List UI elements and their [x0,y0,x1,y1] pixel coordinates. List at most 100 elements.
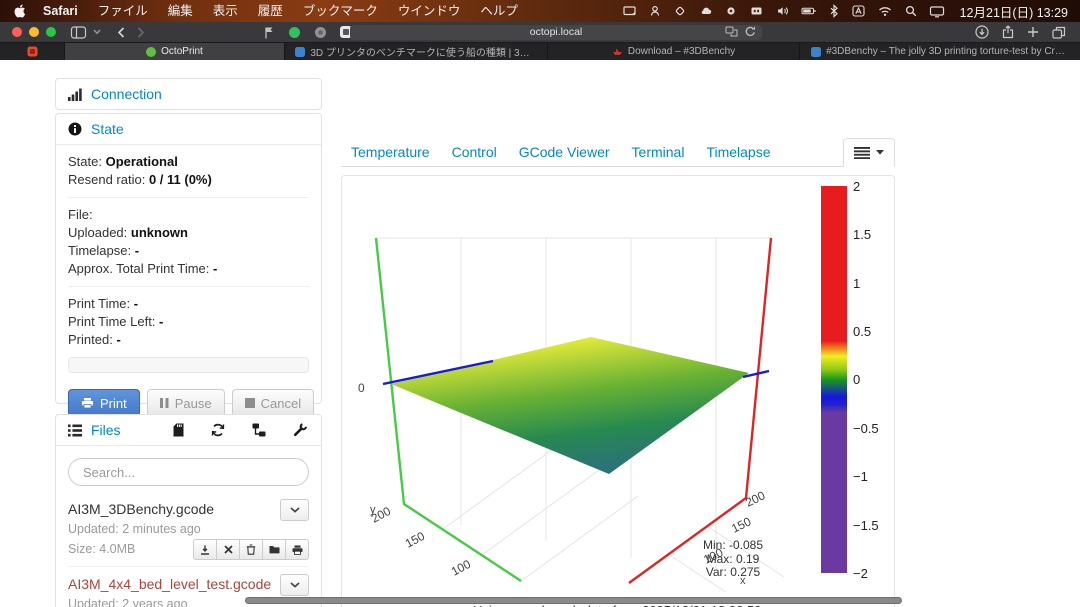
minimize-window-button[interactable] [29,27,39,37]
file-name[interactable]: AI3M_4x4_bed_level_test.gcode [68,574,271,594]
display-icon[interactable] [929,4,945,18]
menu-edit[interactable]: 編集 [158,0,203,22]
menu-file[interactable]: ファイル [88,0,158,22]
list-icon [68,424,82,437]
folder-tree-icon[interactable] [252,423,266,437]
bluetooth-icon[interactable] [828,4,840,18]
colorbar-tick: −0.5 [853,421,879,435]
search-icon[interactable] [904,4,918,18]
shortcuts-icon[interactable] [673,4,687,18]
forward-button[interactable] [137,27,145,38]
tab-benchy-site[interactable]: #3DBenchy – The jolly 3D printing tortur… [800,43,1080,60]
pause-button[interactable]: Pause [147,389,225,417]
tab-temperature[interactable]: Temperature [351,144,430,160]
mesh-stats: Min: -0.085 Max: 0.19 Var: 0.275 [673,539,793,580]
colorbar-tick: −2 [853,566,868,580]
svg-text:150: 150 [403,529,428,551]
cloud-icon[interactable] [698,4,713,18]
download-icon [200,545,210,555]
print-button[interactable]: Print [68,389,140,417]
tab-strip: OctoPrint 3D プリンタのベンチマークに使う船の種類 | 3Dエンジン… [0,42,1080,60]
pill-icon[interactable] [724,4,738,18]
tab-download-benchy[interactable]: Download – #3DBenchy [548,43,800,60]
tab-overview-icon[interactable] [1052,26,1066,39]
tab-gcode-viewer[interactable]: GCode Viewer [519,144,610,160]
menubar-clock[interactable]: 12月21日(日) 13:29 [960,2,1068,21]
window-controls [12,27,56,37]
zoom-window-button[interactable] [46,27,56,37]
extension-green-icon[interactable] [288,26,301,39]
chevron-down-icon [290,507,300,513]
reload-icon[interactable] [745,26,756,37]
menu-window[interactable]: ウインドウ [388,0,471,22]
file-name[interactable]: AI3M_3DBenchy.gcode [68,499,214,519]
tab-timelapse[interactable]: Timelapse [706,144,770,160]
apple-icon[interactable] [14,4,27,18]
state-header[interactable]: State [56,114,321,144]
user-icon[interactable] [648,4,662,18]
volume-icon[interactable] [775,4,790,18]
screen-mirroring-icon[interactable] [622,4,637,18]
sd-card-icon[interactable] [173,423,184,437]
downloads-icon[interactable] [975,25,989,39]
delete-file-button[interactable] [240,539,263,560]
load-file-button[interactable] [263,539,286,560]
tab-octoprint[interactable]: OctoPrint [65,43,285,60]
menu-view[interactable]: 表示 [203,0,248,22]
tab-terminal[interactable]: Terminal [632,144,685,160]
file-dropdown-button[interactable] [280,499,309,521]
boat-favicon [612,47,623,56]
state-row: Approx. Total Print Time: - [68,260,309,278]
sidebar-toggle-icon[interactable] [70,26,87,39]
close-window-button[interactable] [12,27,22,37]
menu-history[interactable]: 履歴 [248,0,293,22]
extension-ball-icon[interactable] [314,26,327,39]
keypad-icon[interactable] [749,4,764,18]
bed-mesh-3d-plot[interactable]: 0 200 150 100 y 200 150 100 x [344,177,784,592]
address-bar[interactable]: octopi.local [350,25,762,40]
trash-icon [246,544,256,555]
cancel-button[interactable]: Cancel [232,389,314,417]
stop-icon [245,398,255,408]
chevron-down-icon [290,582,300,588]
printer-icon [292,545,303,555]
wrench-icon[interactable] [293,423,307,437]
file-row[interactable]: AI3M_3DBenchy.gcode Updated: 2 minutes a… [68,492,309,566]
menu-safari[interactable]: Safari [33,0,88,22]
pinned-pin-icon[interactable] [263,26,275,39]
print-file-button[interactable] [286,539,309,560]
share-icon[interactable] [1002,25,1014,39]
pinned-tab[interactable] [0,43,65,60]
safari-toolbar: octopi.local [0,22,1080,42]
battery-icon[interactable] [801,4,817,18]
octoprint-favicon [146,47,156,57]
tab-control[interactable]: Control [452,144,497,160]
file-search-input[interactable] [68,458,309,486]
colorbar-tick: 0.5 [853,324,871,338]
files-header[interactable]: Files [56,415,321,445]
remove-file-button[interactable] [217,539,240,560]
input-source-icon[interactable] [851,4,866,18]
file-dropdown-button[interactable] [280,574,309,596]
connection-header[interactable]: Connection [56,79,321,109]
sidebar-chevron-icon[interactable] [93,29,101,35]
wifi-icon[interactable] [877,4,893,18]
connection-panel: Connection [55,78,322,110]
new-tab-icon[interactable] [1027,26,1039,38]
mesh-surface [391,337,749,474]
menu-help[interactable]: ヘルプ [470,0,528,22]
back-button[interactable] [117,27,125,38]
info-icon [68,122,82,136]
state-row: Print Time: - [68,295,309,313]
horizontal-scrollbar[interactable] [245,597,902,604]
page-translate-icon[interactable] [725,26,738,37]
refresh-icon[interactable] [211,423,225,437]
divider [68,286,309,287]
macos-menubar: Safari ファイル 編集 表示 履歴 ブックマーク ウインドウ ヘルプ 12… [0,0,1080,22]
address-url: octopi.local [530,26,583,38]
tab-bed-visualizer-active[interactable] [843,138,895,167]
tab-benchmark-article[interactable]: 3D プリンタのベンチマークに使う船の種類 | 3Dエンジン [285,43,548,60]
folder-icon [269,545,280,554]
menu-bookmarks[interactable]: ブックマーク [293,0,388,22]
download-file-button[interactable] [193,539,217,560]
